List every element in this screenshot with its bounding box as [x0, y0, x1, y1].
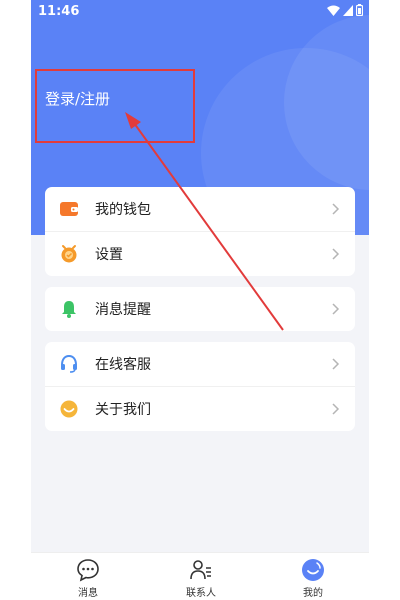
chevron-right-icon — [332, 203, 340, 215]
chevron-right-icon — [332, 358, 340, 370]
menu-item-label: 我的钱包 — [95, 202, 151, 218]
tab-label: 联系人 — [186, 588, 216, 599]
menu-item-label: 在线客服 — [95, 357, 151, 373]
menu-item-about-us[interactable]: 关于我们 — [45, 386, 355, 431]
tab-label: 我的 — [303, 588, 323, 599]
menu-item-settings[interactable]: 设置 — [45, 231, 355, 276]
bell-icon — [59, 299, 79, 319]
menu-item-label: 消息提醒 — [95, 302, 151, 318]
smile-icon — [59, 399, 79, 419]
contacts-icon — [190, 560, 211, 580]
status-bar: 11:46 — [31, 0, 369, 24]
chevron-right-icon — [332, 248, 340, 260]
menu-item-wallet[interactable]: 我的钱包 — [45, 187, 355, 231]
tab-label: 消息 — [78, 588, 98, 599]
wallet-icon — [59, 199, 79, 219]
signal-icon — [343, 4, 353, 16]
menu-item-notifications[interactable]: 消息提醒 — [45, 287, 355, 331]
bottom-tab-bar: 消息 联系人 我的 — [31, 552, 369, 600]
chevron-right-icon — [332, 303, 340, 315]
tab-me[interactable]: 我的 — [283, 553, 343, 600]
headset-icon — [59, 354, 79, 374]
profile-icon — [302, 559, 324, 581]
menu-item-label: 设置 — [95, 247, 123, 263]
menu-card-account: 我的钱包 设置 — [45, 187, 355, 276]
annotation-highlight-box — [35, 69, 195, 143]
chevron-right-icon — [332, 403, 340, 415]
tab-messages[interactable]: 消息 — [58, 553, 118, 600]
menu-card-notifications: 消息提醒 — [45, 287, 355, 331]
menu-item-label: 关于我们 — [95, 402, 151, 418]
battery-icon — [356, 4, 363, 16]
menu-item-customer-service[interactable]: 在线客服 — [45, 342, 355, 386]
status-icons — [327, 4, 363, 16]
chat-bubble-icon — [77, 559, 99, 582]
tab-contacts[interactable]: 联系人 — [171, 553, 231, 600]
wifi-icon — [327, 5, 340, 16]
menu-card-support: 在线客服 关于我们 — [45, 342, 355, 431]
settings-icon — [59, 244, 79, 264]
status-time: 11:46 — [38, 4, 80, 19]
